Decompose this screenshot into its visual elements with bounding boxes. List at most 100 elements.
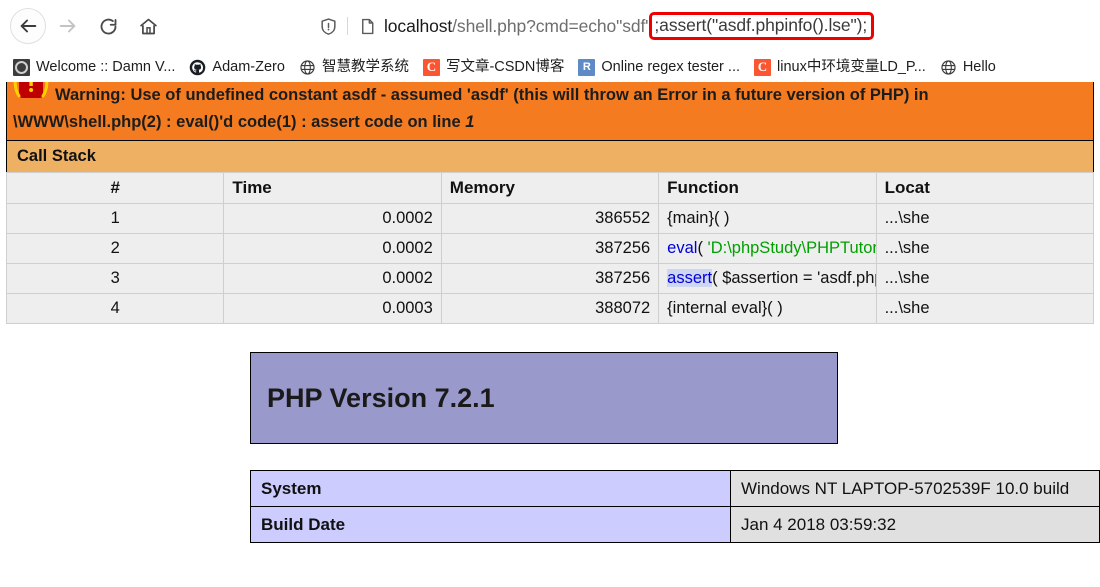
table-row: 3 0.0002 387256 assert( $assertion = 'as… [5, 263, 1095, 294]
cell-location: ...\she [875, 203, 1095, 234]
browser-chrome: localhost/shell.php?cmd=echo"sdf" ;assert… [0, 0, 1100, 82]
function-args: ( [697, 239, 708, 257]
phpinfo-key: Build Date [250, 506, 731, 543]
phpinfo-value: Windows NT LAPTOP-5702539F 10.0 build [730, 470, 1100, 507]
cell-function: {internal eval}( ) [658, 293, 877, 324]
cell-memory: 386552 [440, 203, 660, 234]
globe-icon [299, 59, 316, 76]
navigation-toolbar: localhost/shell.php?cmd=echo"sdf" ;assert… [0, 0, 1100, 52]
bookmark-label: Adam-Zero [212, 58, 285, 75]
csdn-icon: C [754, 58, 771, 76]
bookmark-item[interactable]: R Online regex tester ... [571, 57, 747, 78]
cell-memory: 388072 [440, 293, 660, 324]
page-icon[interactable] [354, 13, 380, 39]
cell-function: {main}( ) [658, 203, 877, 234]
cell-location: ...\she [875, 293, 1095, 324]
cell-time: 0.0002 [223, 263, 442, 294]
home-button[interactable] [130, 8, 166, 44]
call-stack-table: Call Stack # Time Memory Function Locat … [5, 141, 1095, 324]
bookmark-label: 写文章-CSDN博客 [445, 58, 565, 75]
warning-text-line-2: \WWW\shell.php(2) : eval()'d code(1) : a… [13, 113, 466, 131]
cell-time: 0.0002 [223, 233, 442, 264]
address-bar[interactable]: localhost/shell.php?cmd=echo"sdf" ;assert… [309, 9, 969, 43]
bookmark-label: linux中环境变量LD_P... [777, 58, 926, 75]
bookmark-item[interactable]: Welcome :: Damn V... [6, 57, 182, 78]
forward-arrow-icon [59, 19, 76, 33]
cell-time: 0.0002 [223, 203, 442, 234]
back-button[interactable] [10, 8, 46, 44]
url-host: localhost [384, 15, 453, 36]
cell-num: 4 [5, 293, 225, 324]
bookmark-label: Welcome :: Damn V... [36, 58, 176, 75]
urlbar-divider [347, 17, 348, 35]
urlbar-icon-group [315, 13, 380, 39]
function-args: {internal eval}( ) [667, 299, 783, 317]
urlbar-container: localhost/shell.php?cmd=echo"sdf" ;assert… [170, 9, 1090, 43]
reload-icon [100, 18, 116, 34]
bookmark-item[interactable]: Adam-Zero [182, 57, 292, 78]
table-row: 2 0.0002 387256 eval( 'D:\phpStudy\PHPTu… [5, 233, 1095, 264]
url-text[interactable]: localhost/shell.php?cmd=echo"sdf" ;assert… [380, 11, 875, 41]
bookmark-label: Hello [962, 58, 996, 75]
table-row: 4 0.0003 388072 {internal eval}( ) ...\s… [5, 293, 1095, 324]
cell-memory: 387256 [440, 263, 660, 294]
cell-memory: 387256 [440, 233, 660, 264]
phpinfo-section: PHP Version 7.2.1 System Windows NT LAPT… [0, 352, 1100, 543]
php-warning-banner: Warning: Use of undefined constant asdf … [6, 82, 1094, 141]
url-path: /shell.php?cmd=echo"sdf" [452, 15, 652, 36]
table-row: System Windows NT LAPTOP-5702539F 10.0 b… [250, 470, 1100, 507]
table-row: 1 0.0002 386552 {main}( ) ...\she [5, 203, 1095, 234]
bookmarks-bar: Welcome :: Damn V... Adam-Zero 智慧教学系统 C … [0, 52, 1100, 82]
function-string: 'D:\phpStudy\PHPTutorial\WWW\shell.php(2… [707, 239, 876, 257]
bookmark-label: Online regex tester ... [601, 58, 740, 75]
column-header-location: Locat [875, 172, 1095, 204]
function-args: {main}( ) [667, 209, 730, 227]
back-arrow-icon [20, 19, 37, 33]
function-name: eval [667, 239, 698, 257]
column-header-memory: Memory [440, 172, 660, 204]
cell-function: assert( $assertion = 'asdf.phpinfo().lse… [658, 263, 877, 294]
warning-text-line-1: Warning: Use of undefined constant asdf … [55, 86, 929, 104]
cell-time: 0.0003 [223, 293, 442, 324]
php-version-title: PHP Version 7.2.1 [267, 382, 495, 413]
csdn-icon: C [422, 58, 440, 76]
github-icon [189, 59, 206, 76]
warning-line-2: \WWW\shell.php(2) : eval()'d code(1) : a… [13, 108, 1087, 136]
forward-button[interactable] [50, 8, 86, 44]
phpinfo-key: System [250, 470, 731, 507]
regex-icon: R [578, 58, 596, 76]
bookmark-item[interactable]: Hello [933, 57, 1003, 78]
cell-num: 1 [5, 203, 225, 234]
bookmark-label: 智慧教学系统 [321, 58, 409, 75]
warning-exclamation-icon [13, 82, 49, 108]
url-highlighted-payload: ;assert("asdf.phpinfo().lse"); [649, 11, 875, 41]
function-name: assert [667, 269, 713, 287]
bookmark-item[interactable]: C 写文章-CSDN博客 [416, 57, 571, 78]
call-stack-header-row: # Time Memory Function Locat [5, 172, 1095, 204]
dvwa-icon [13, 58, 30, 76]
home-icon [139, 18, 157, 34]
phpinfo-value: Jan 4 2018 03:59:32 [730, 506, 1100, 543]
php-version-banner: PHP Version 7.2.1 [250, 352, 838, 444]
cell-function: eval( 'D:\phpStudy\PHPTutorial\WWW\shell… [658, 233, 877, 264]
cell-location: ...\she [875, 233, 1095, 264]
table-row: Build Date Jan 4 2018 03:59:32 [250, 506, 1100, 543]
page-viewport: Warning: Use of undefined constant asdf … [0, 82, 1100, 587]
cell-num: 2 [5, 233, 225, 264]
column-header-num: # [5, 172, 225, 204]
reload-button[interactable] [90, 8, 126, 44]
bookmark-item[interactable]: 智慧教学系统 [292, 57, 416, 78]
call-stack-title: Call Stack [6, 141, 1094, 173]
warning-line-number: 1 [465, 113, 475, 131]
cell-num: 3 [5, 263, 225, 294]
bookmark-item[interactable]: C linux中环境变量LD_P... [747, 57, 933, 78]
call-stack-title-row: Call Stack [6, 141, 1094, 173]
warning-line-1: Warning: Use of undefined constant asdf … [13, 82, 1087, 108]
shield-icon[interactable] [315, 13, 341, 39]
function-args: ( $assertion = 'asdf.phpinfo().lse' ) [712, 269, 875, 287]
phpinfo-table: System Windows NT LAPTOP-5702539F 10.0 b… [250, 470, 1100, 543]
column-header-time: Time [223, 172, 442, 204]
globe-icon [940, 59, 957, 76]
cell-location: ...\she [875, 263, 1095, 294]
column-header-function: Function [658, 172, 877, 204]
